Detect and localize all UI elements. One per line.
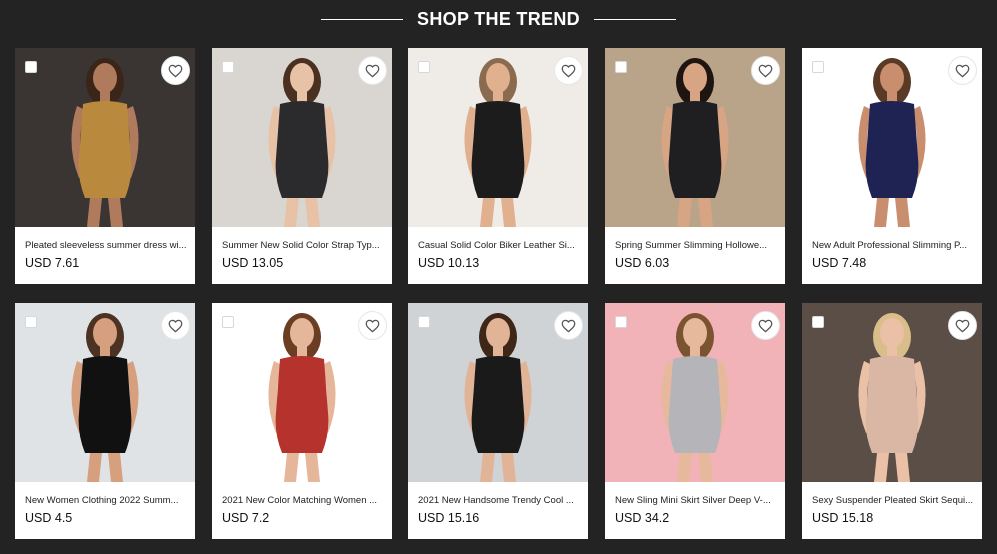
product-card[interactable]: 2021 New Handsome Trendy Cool ... USD 15.… — [408, 303, 588, 539]
product-price: USD 7.48 — [812, 256, 867, 270]
heart-icon — [561, 64, 576, 78]
product-name[interactable]: Spring Summer Slimming Hollowe... — [615, 240, 779, 251]
product-card[interactable]: 2021 New Color Matching Women ... USD 7.2 — [212, 303, 392, 539]
heart-icon — [955, 64, 970, 78]
select-checkbox[interactable] — [615, 316, 627, 328]
wishlist-button[interactable] — [358, 56, 387, 85]
divider-line-right — [593, 18, 676, 20]
product-card[interactable]: New Adult Professional Slimming P... USD … — [802, 48, 982, 284]
select-checkbox[interactable] — [222, 316, 234, 328]
heart-icon — [758, 64, 773, 78]
product-card[interactable]: Summer New Solid Color Strap Typ... USD 1… — [212, 48, 392, 284]
select-checkbox[interactable] — [25, 61, 37, 73]
product-name[interactable]: 2021 New Color Matching Women ... — [222, 495, 386, 506]
heart-icon — [758, 319, 773, 333]
wishlist-button[interactable] — [161, 311, 190, 340]
select-checkbox[interactable] — [418, 316, 430, 328]
product-price: USD 34.2 — [615, 511, 670, 525]
product-name[interactable]: Summer New Solid Color Strap Typ... — [222, 240, 386, 251]
divider-line-left — [321, 18, 404, 20]
product-card[interactable]: New Women Clothing 2022 Summ... USD 4.5 — [15, 303, 195, 539]
heart-icon — [365, 64, 380, 78]
wishlist-button[interactable] — [358, 311, 387, 340]
product-card[interactable]: Sexy Suspender Pleated Skirt Sequi... USD… — [802, 303, 982, 539]
product-card[interactable]: New Sling Mini Skirt Silver Deep V-... US… — [605, 303, 785, 539]
product-price: USD 4.5 — [25, 511, 73, 525]
wishlist-button[interactable] — [554, 56, 583, 85]
product-price: USD 15.18 — [812, 511, 874, 525]
wishlist-button[interactable] — [161, 56, 190, 85]
heart-icon — [365, 319, 380, 333]
product-name[interactable]: New Women Clothing 2022 Summ... — [25, 495, 189, 506]
wishlist-button[interactable] — [751, 56, 780, 85]
heart-icon — [168, 319, 183, 333]
product-price: USD 7.61 — [25, 256, 80, 270]
heart-icon — [955, 319, 970, 333]
wishlist-button[interactable] — [948, 56, 977, 85]
product-name[interactable]: Pleated sleeveless summer dress wi... — [25, 240, 189, 251]
heart-icon — [561, 319, 576, 333]
wishlist-button[interactable] — [948, 311, 977, 340]
product-price: USD 15.16 — [418, 511, 480, 525]
product-name[interactable]: Casual Solid Color Biker Leather Si... — [418, 240, 582, 251]
product-card[interactable]: Pleated sleeveless summer dress wi... USD… — [15, 48, 195, 284]
product-card[interactable]: Spring Summer Slimming Hollowe... USD 6.0… — [605, 48, 785, 284]
wishlist-button[interactable] — [554, 311, 583, 340]
section-title: SHOP THE TREND — [417, 8, 580, 29]
select-checkbox[interactable] — [25, 316, 37, 328]
heart-icon — [168, 64, 183, 78]
section-header: SHOP THE TREND — [0, 0, 997, 38]
product-name[interactable]: Sexy Suspender Pleated Skirt Sequi... — [812, 495, 976, 506]
select-checkbox[interactable] — [812, 316, 824, 328]
product-card[interactable]: Casual Solid Color Biker Leather Si... US… — [408, 48, 588, 284]
product-price: USD 6.03 — [615, 256, 670, 270]
select-checkbox[interactable] — [812, 61, 824, 73]
wishlist-button[interactable] — [751, 311, 780, 340]
select-checkbox[interactable] — [222, 61, 234, 73]
product-name[interactable]: New Sling Mini Skirt Silver Deep V-... — [615, 495, 779, 506]
product-name[interactable]: New Adult Professional Slimming P... — [812, 240, 976, 251]
select-checkbox[interactable] — [418, 61, 430, 73]
product-price: USD 7.2 — [222, 511, 270, 525]
product-price: USD 13.05 — [222, 256, 284, 270]
product-price: USD 10.13 — [418, 256, 480, 270]
select-checkbox[interactable] — [615, 61, 627, 73]
product-name[interactable]: 2021 New Handsome Trendy Cool ... — [418, 495, 582, 506]
